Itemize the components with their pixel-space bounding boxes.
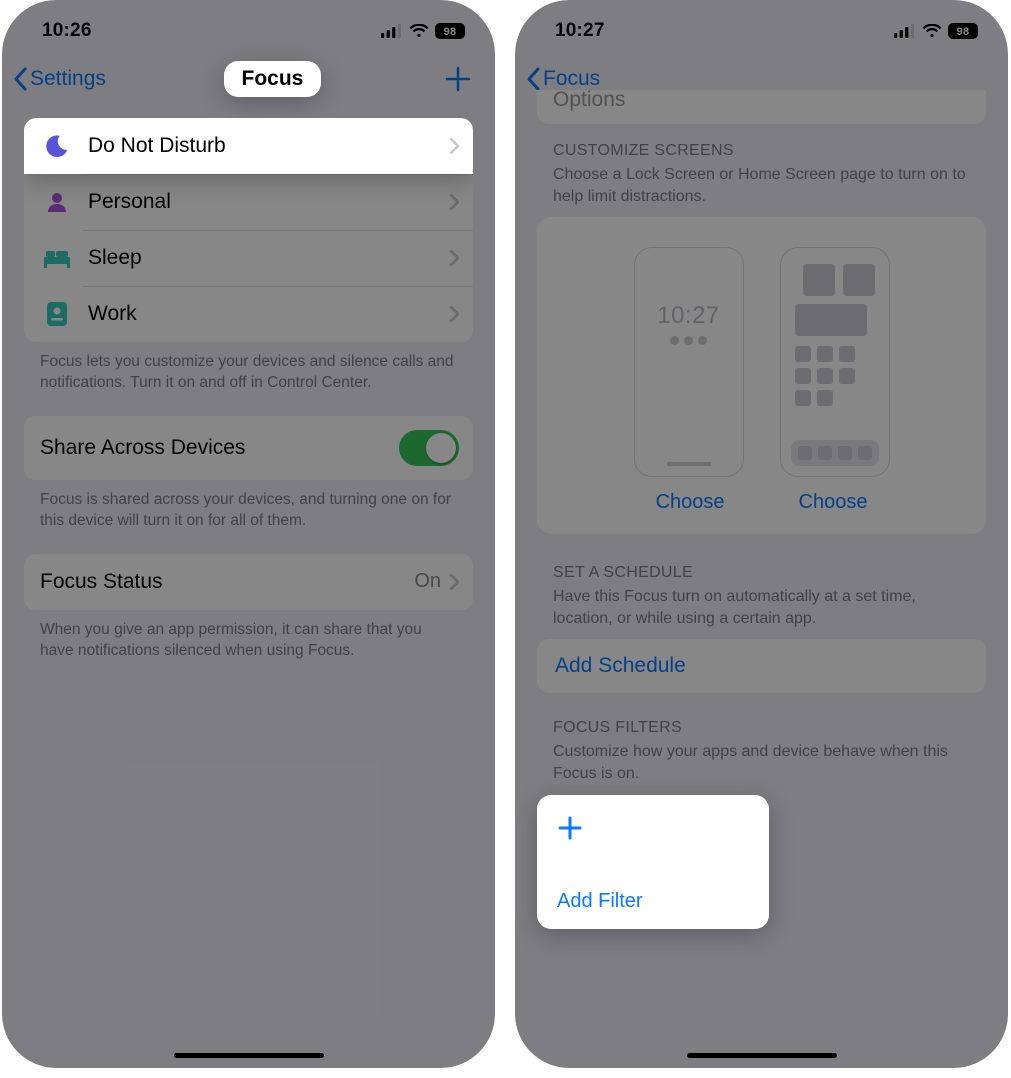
back-label: Focus xyxy=(543,67,600,91)
left-screenshot: 10:26 98 Settings Focus Do Not xyxy=(2,0,495,1068)
battery-pct: 98 xyxy=(444,26,457,38)
status-time: 10:26 xyxy=(42,20,92,42)
status-time: 10:27 xyxy=(555,20,605,42)
home-screen-preview[interactable] xyxy=(780,247,890,477)
focus-mode-do-not-disturb[interactable]: Do Not Disturb xyxy=(24,118,473,174)
add-filter-label: Add Filter xyxy=(557,890,749,913)
add-schedule-button[interactable]: Add Schedule xyxy=(537,639,986,693)
schedule-subtext: Have this Focus turn on automatically at… xyxy=(553,586,970,629)
chevron-right-icon xyxy=(449,306,459,322)
home-indicator[interactable] xyxy=(174,1053,324,1058)
battery-pct-r: 98 xyxy=(957,26,970,38)
add-focus-button[interactable] xyxy=(439,66,477,92)
status-bar: 10:26 98 xyxy=(2,0,495,54)
wifi-icon xyxy=(409,24,429,38)
plus-icon xyxy=(445,66,471,92)
focus-mode-sleep[interactable]: Sleep xyxy=(24,230,473,286)
right-screenshot: 10:27 98 Focus x x Options CUSTOMIZE SCR… xyxy=(515,0,1008,1068)
back-label: Settings xyxy=(30,67,106,91)
focus-status-group: Focus Status On xyxy=(24,554,473,610)
bed-icon xyxy=(40,248,74,268)
back-button[interactable]: Focus xyxy=(525,67,600,91)
page-title-focus: Focus xyxy=(224,61,322,97)
status-icons: 98 xyxy=(894,23,980,39)
focus-status-value: On xyxy=(414,570,441,593)
home-indicator[interactable] xyxy=(687,1053,837,1058)
status-footer: When you give an app permission, it can … xyxy=(40,620,457,662)
moon-icon xyxy=(40,133,74,159)
customize-header: CUSTOMIZE SCREENS xyxy=(553,142,970,160)
home-indicator-icon xyxy=(667,462,711,466)
share-label: Share Across Devices xyxy=(40,436,399,460)
lock-time: 10:27 xyxy=(657,302,720,330)
lock-screen-preview[interactable]: 10:27 xyxy=(634,247,744,477)
wifi-icon xyxy=(922,24,942,38)
modes-footer: Focus lets you customize your devices an… xyxy=(40,352,457,394)
schedule-header: SET A SCHEDULE xyxy=(553,564,970,582)
chevron-right-icon xyxy=(449,138,459,154)
mode-label: Personal xyxy=(88,190,449,214)
share-across-devices-row: Share Across Devices xyxy=(24,416,473,480)
back-button[interactable]: Settings xyxy=(12,67,106,91)
chevron-right-icon xyxy=(449,250,459,266)
badge-icon xyxy=(40,301,74,327)
battery-icon: 98 xyxy=(435,23,467,39)
mode-label: Do Not Disturb xyxy=(88,134,449,158)
customize-subtext: Choose a Lock Screen or Home Screen page… xyxy=(553,164,970,207)
plus-icon xyxy=(557,815,749,841)
filters-subtext: Customize how your apps and device behav… xyxy=(553,741,970,784)
mode-label: Sleep xyxy=(88,246,449,270)
focus-mode-personal[interactable]: Personal xyxy=(24,174,473,230)
status-icons: 98 xyxy=(381,23,467,39)
chevron-left-icon xyxy=(12,67,28,91)
dock-icon xyxy=(791,440,879,466)
person-icon xyxy=(40,190,74,214)
nav-bar: Settings Focus xyxy=(2,54,495,110)
chevron-right-icon xyxy=(449,194,459,210)
focus-status-label: Focus Status xyxy=(40,570,414,594)
filters-header: FOCUS FILTERS xyxy=(553,719,970,737)
choose-home-button[interactable]: Choose xyxy=(799,491,868,514)
lock-widgets-icon xyxy=(670,336,707,345)
options-label: Options xyxy=(553,90,970,112)
share-toggle[interactable] xyxy=(399,430,459,466)
add-filter-tile[interactable]: Add Filter xyxy=(537,795,769,929)
focus-modes-list: Do Not Disturb Personal Sleep Work xyxy=(24,118,473,342)
mode-label: Work xyxy=(88,302,449,326)
customize-screens-card: 10:27 Choose Choose xyxy=(537,217,986,534)
chevron-left-icon xyxy=(525,67,541,91)
options-row[interactable]: Options xyxy=(537,90,986,124)
battery-icon: 98 xyxy=(948,23,980,39)
focus-mode-work[interactable]: Work xyxy=(24,286,473,342)
share-group: Share Across Devices xyxy=(24,416,473,480)
focus-status-row[interactable]: Focus Status On xyxy=(24,554,473,610)
cellular-icon xyxy=(381,24,403,38)
chevron-right-icon xyxy=(449,574,459,590)
choose-lock-button[interactable]: Choose xyxy=(656,491,725,514)
cellular-icon xyxy=(894,24,916,38)
status-bar: 10:27 98 xyxy=(515,0,1008,54)
share-footer: Focus is shared across your devices, and… xyxy=(40,490,457,532)
